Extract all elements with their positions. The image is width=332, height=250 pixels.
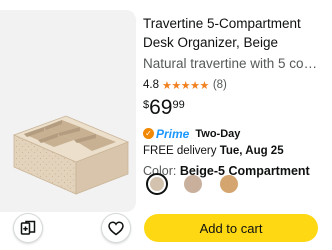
price-whole: 69 [149,96,173,119]
product-details: Travertine 5-Compartment Desk Organizer,… [143,14,332,181]
product-title-line1[interactable]: Travertine 5-Compartment [143,16,301,31]
price-fraction: 99 [172,99,185,111]
rating-row[interactable]: 4.8 ★★★★★ (8) [143,77,332,93]
prime-badge-row: ✓ Prime Two-Day [143,126,332,141]
product-image[interactable] [0,10,136,212]
add-to-cart-button[interactable]: Add to cart [144,214,318,242]
delivery-info: FREE delivery Tue, Aug 25 [143,145,332,160]
product-card[interactable]: Travertine 5-Compartment Desk Organizer,… [0,0,332,250]
delivery-date: Tue, Aug 25 [219,145,284,157]
prime-logo: Prime [156,126,190,141]
swatch-dot [150,177,164,191]
product-description: Natural travertine with 5 compartments [143,56,321,71]
color-swatch-taupe[interactable] [182,173,204,195]
delivery-prefix: FREE delivery [143,145,217,157]
color-swatch-tan[interactable] [218,173,240,195]
rating-value: 4.8 [143,79,159,91]
rating-count[interactable]: (8) [213,79,227,91]
star-rating-icon: ★★★★★ [162,78,209,92]
prime-two-day-label: Two-Day [195,127,241,140]
color-swatch-beige[interactable] [146,173,168,195]
compare-icon [20,220,36,235]
product-title[interactable]: Travertine 5-Compartment Desk Organizer,… [143,14,332,52]
swatch-dot [184,175,202,193]
color-swatches [146,173,240,195]
prime-check-icon: ✓ [143,128,154,139]
wishlist-button[interactable] [101,213,131,243]
heart-icon [108,220,124,235]
product-title-line2[interactable]: Desk Organizer, Beige [143,35,278,50]
desk-organizer-image [12,115,130,195]
compare-button[interactable] [13,213,43,243]
price: $ 69 99 [143,97,332,119]
swatch-dot [220,175,238,193]
